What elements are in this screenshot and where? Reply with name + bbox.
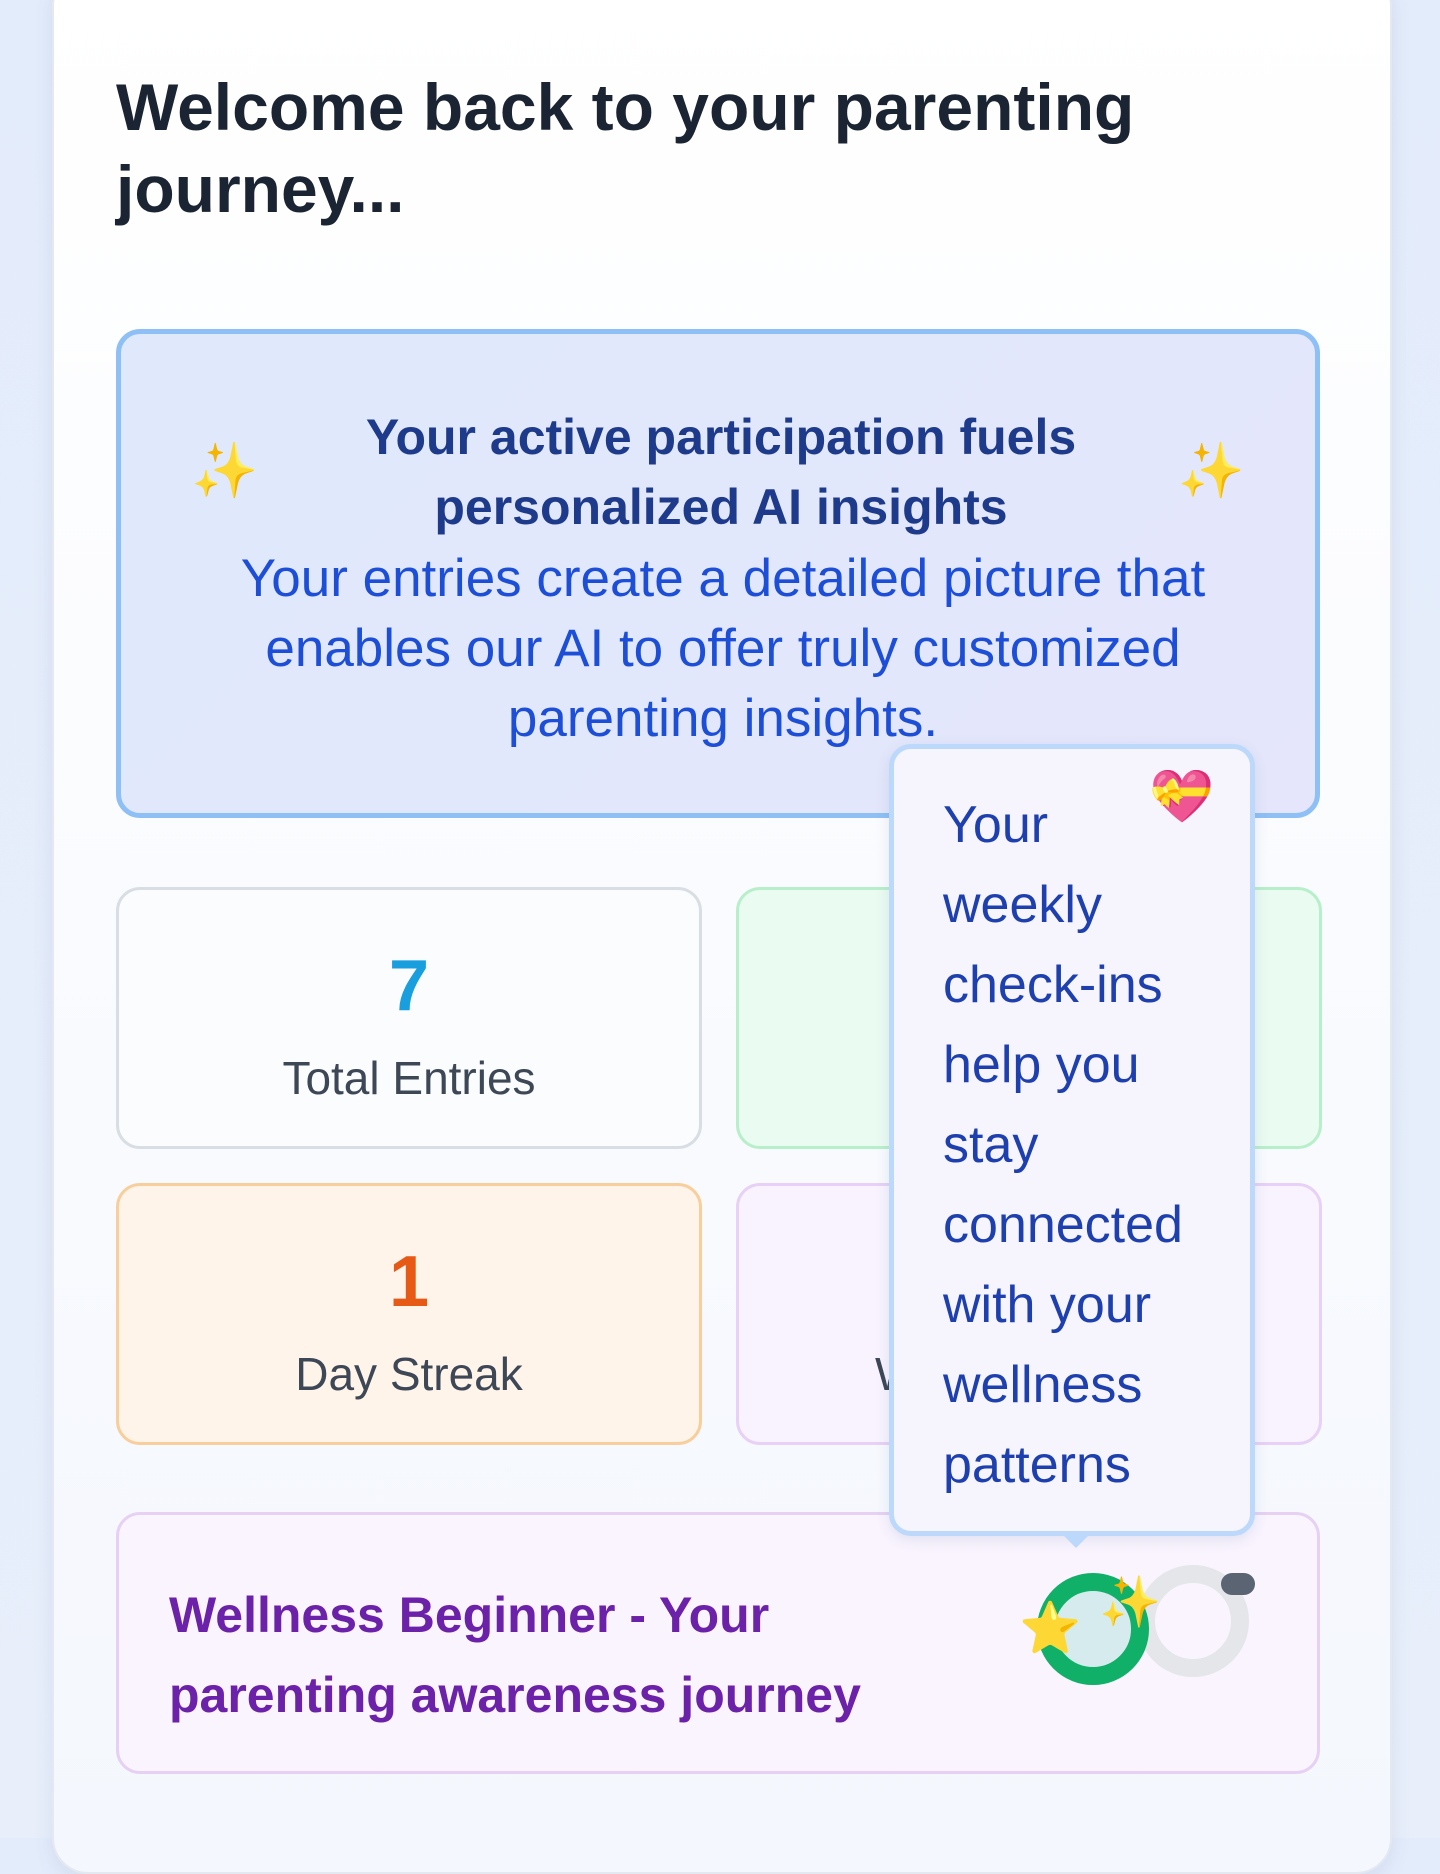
- level-progress: ⭐ ✨: [1019, 1563, 1279, 1723]
- page-title: Welcome back to your parenting journey..…: [116, 70, 1135, 226]
- weekly-checkin-tooltip: Your weekly check-ins help you stay conn…: [889, 744, 1255, 1536]
- stat-card-day-streak[interactable]: 1 Day Streak: [116, 1183, 702, 1445]
- sparkles-icon: ✨: [1177, 441, 1245, 501]
- wellness-level-card: Wellness Beginner - Your parenting aware…: [116, 1512, 1320, 1774]
- total-entries-label: Total Entries: [282, 1052, 536, 1104]
- banner-body: Your entries create a detailed picture t…: [240, 549, 1206, 748]
- day-streak-value: 1: [388, 1242, 430, 1322]
- tooltip-text: Your weekly check-ins help you stay conn…: [943, 796, 1183, 1494]
- sparkles-icon: ✨: [1099, 1574, 1162, 1630]
- stat-card-total-entries[interactable]: 7 Total Entries: [116, 887, 702, 1149]
- wellness-level-text: Wellness Beginner - Your parenting aware…: [169, 1587, 861, 1723]
- day-streak-label: Day Streak: [295, 1348, 523, 1400]
- heart-gift-icon: 💝: [1149, 768, 1214, 826]
- star-icon: ⭐: [1019, 1600, 1082, 1656]
- total-entries-value: 7: [388, 946, 430, 1026]
- banner-heading: Your active participation fuels personal…: [365, 409, 1077, 535]
- progress-indicator-dot: [1221, 1573, 1255, 1595]
- tooltip-arrow: [1060, 1532, 1092, 1548]
- sparkles-icon: ✨: [191, 441, 259, 501]
